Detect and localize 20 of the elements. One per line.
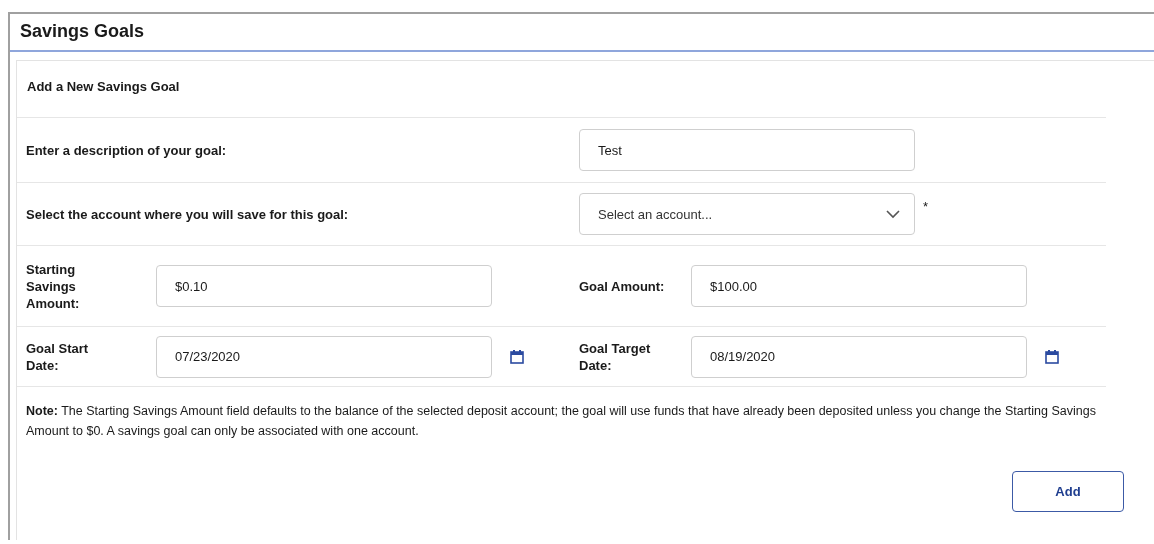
chevron-down-icon (886, 209, 900, 219)
note-text: Note: The Starting Savings Amount field defaults to the balance of the selected deposit account; the goal will use funds that have already been deposited unless you change the Starting Savings Amount to $0. A savings goal can only be associated with one account. (25, 403, 1097, 440)
add-button[interactable]: Add (1012, 471, 1124, 512)
field-label: Goal Start Date: (26, 339, 90, 374)
form-title: Add a New Savings Goal (17, 61, 1106, 118)
description-field[interactable]: Test (579, 129, 915, 171)
field-label: Starting Savings Amount: (26, 260, 81, 312)
calendar-icon[interactable] (1045, 349, 1059, 364)
field-label: Enter a description of your goal: (26, 141, 228, 159)
amount-field[interactable]: $100.00 (691, 265, 1027, 307)
calendar-icon[interactable] (510, 349, 524, 364)
account-select[interactable]: Select an account... (579, 193, 915, 235)
field-label: Select the account where you will save for this goal: (26, 205, 350, 223)
amount-field[interactable]: $0.10 (156, 265, 492, 307)
field-label: Goal Amount: (579, 277, 666, 295)
field-label: Goal Target Date: (579, 339, 652, 374)
date-field[interactable]: 07/23/2020 (156, 335, 492, 378)
required-mark: * (923, 199, 929, 214)
page-title: Savings Goals (10, 14, 1154, 52)
date-field[interactable]: 08/19/2020 (691, 335, 1027, 378)
